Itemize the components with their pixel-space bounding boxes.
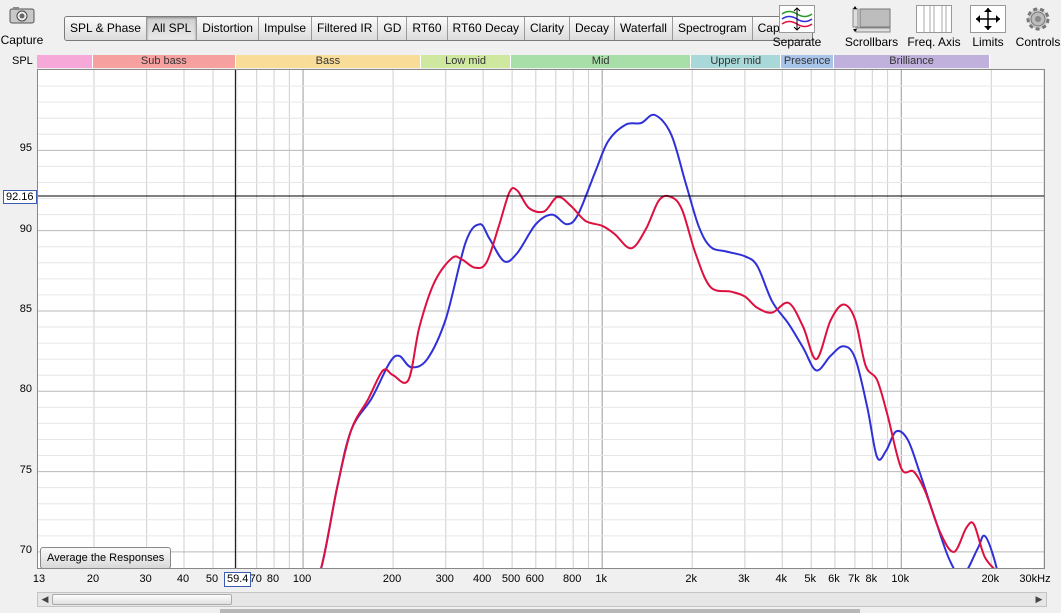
frequency-band-strip: Sub bass Bass Low mid Mid Upper mid Presence B…	[37, 55, 991, 68]
tab-rt60[interactable]: RT60	[407, 17, 448, 40]
x-tick-label: 30kHz	[1019, 573, 1051, 585]
x-tick-label: 4k	[775, 573, 788, 585]
spl-axis-label: SPL	[12, 55, 33, 67]
x-tick-label: 100	[292, 573, 312, 585]
x-tick-label: 800	[562, 573, 582, 585]
tab-spectrogram[interactable]: Spectrogram	[672, 17, 753, 40]
controls-button[interactable]: Controls	[1015, 0, 1061, 52]
spl-series-line-2	[320, 186, 995, 568]
camera-icon	[9, 6, 35, 24]
tab-impulse[interactable]: Impulse	[258, 17, 313, 40]
tab-gd[interactable]: GD	[378, 17, 408, 40]
x-tick-label: 1k	[595, 573, 607, 585]
x-tick-label: 20	[86, 573, 100, 585]
capture-button[interactable]: Capture	[0, 0, 44, 50]
x-tick-label: 30	[139, 573, 152, 585]
window-bottom-edge	[220, 609, 860, 613]
horizontal-scrollbar[interactable]: ◀ ▶	[37, 592, 1047, 607]
x-tick-label: 20k	[981, 573, 1000, 585]
y-cursor-readout: 92.16	[3, 190, 37, 204]
x-cursor-readout: 59.4	[224, 572, 252, 587]
freq-axis-label: Freq. Axis	[907, 35, 961, 49]
limits-button[interactable]: Limits	[968, 0, 1008, 52]
x-tick-label: 600	[525, 573, 544, 585]
x-tick-label: 10k	[891, 573, 910, 585]
tab-distortion[interactable]: Distortion	[197, 17, 259, 40]
x-tick-label: 2k	[685, 573, 698, 585]
controls-label: Controls	[1015, 35, 1061, 49]
spl-chart	[38, 70, 1044, 568]
x-tick-label: 500	[501, 573, 521, 585]
scrollbars-label: Scrollbars	[844, 35, 899, 49]
tab-spl-phase[interactable]: SPL & Phase	[65, 17, 147, 40]
band-upper-mid: Upper mid	[691, 55, 782, 68]
y-tick-label: 70	[19, 543, 32, 556]
x-tick-label: 400	[472, 573, 492, 585]
y-tick-label: 80	[19, 383, 32, 396]
tab-decay[interactable]: Decay	[570, 17, 616, 40]
x-tick-label: 3k	[738, 573, 750, 585]
scroll-thumb[interactable]	[52, 594, 232, 605]
freq-axis-button[interactable]: Freq. Axis	[906, 0, 962, 52]
limits-icon	[970, 5, 1006, 33]
tab-waterfall[interactable]: Waterfall	[615, 17, 673, 40]
spl-plot-area[interactable]	[37, 69, 1045, 569]
tab-all-spl[interactable]: All SPL	[146, 17, 198, 40]
separate-icon	[779, 5, 815, 33]
band-brilliance: Brilliance	[833, 55, 991, 68]
separate-label: Separate	[772, 35, 822, 49]
x-tick-label: 5k	[804, 573, 817, 585]
separate-button[interactable]: Separate	[771, 0, 823, 52]
band-mid: Mid	[511, 55, 692, 68]
x-tick-label: 7k	[848, 573, 860, 585]
x-tick-label: 13	[32, 573, 46, 585]
band-presence: Presence	[781, 55, 834, 68]
gear-icon	[1026, 7, 1050, 31]
y-tick-label: 90	[19, 222, 32, 235]
x-tick-label: 200	[382, 573, 402, 585]
scroll-left-arrow-icon[interactable]: ◀	[38, 593, 52, 606]
band-low-mid: Low mid	[421, 55, 512, 68]
band-bass: Bass	[235, 55, 422, 68]
tab-rt60-decay[interactable]: RT60 Decay	[447, 17, 525, 40]
x-tick-label: 8k	[865, 573, 878, 585]
x-tick-label: 80	[266, 573, 280, 585]
tab-clarity[interactable]: Clarity	[525, 17, 571, 40]
band-infra	[37, 55, 93, 68]
x-tick-label: 40	[176, 573, 190, 585]
y-tick-label: 95	[19, 142, 32, 155]
x-tick-label: 6k	[828, 573, 840, 585]
band-sub-bass: Sub bass	[92, 55, 236, 68]
y-tick-label: 75	[19, 463, 32, 476]
scroll-right-arrow-icon[interactable]: ▶	[1032, 593, 1046, 606]
x-tick-label: 50	[205, 573, 219, 585]
y-tick-label: 85	[19, 302, 32, 315]
x-tick-label: 300	[435, 573, 454, 585]
freq-axis-icon	[916, 5, 952, 33]
scrollbars-icon	[852, 6, 890, 33]
average-responses-button[interactable]: Average the Responses	[40, 547, 172, 569]
tab-filtered-ir[interactable]: Filtered IR	[312, 17, 379, 40]
graph-tabs: SPL & Phase All SPL Distortion Impulse Filte…	[64, 16, 814, 41]
limits-label: Limits	[972, 35, 1004, 49]
scrollbars-button[interactable]: Scrollbars	[844, 0, 899, 52]
capture-label: Capture	[0, 33, 44, 47]
